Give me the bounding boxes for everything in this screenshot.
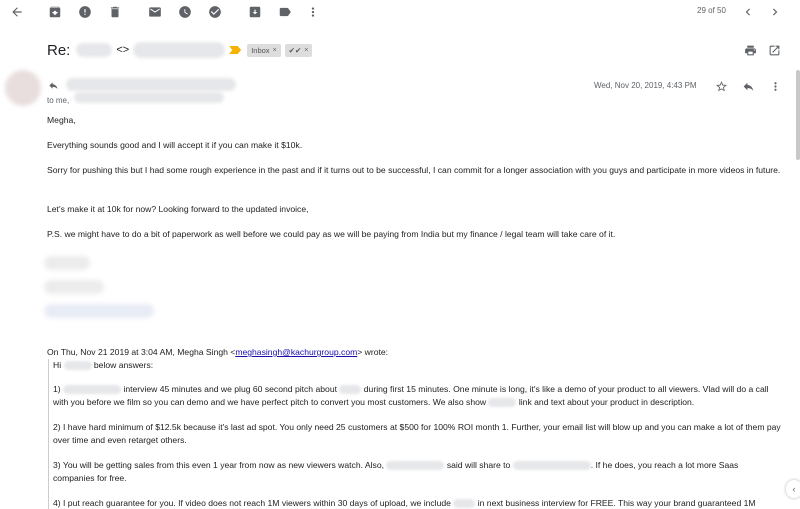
- quoted-text: 1): [53, 384, 61, 394]
- more-vert-icon[interactable]: [768, 79, 782, 93]
- redacted-subject-part: [76, 43, 113, 57]
- pager-count: 29 of 50: [697, 6, 726, 15]
- chevron-left-icon[interactable]: [740, 4, 756, 20]
- print-icon[interactable]: [744, 44, 758, 58]
- reply-icon[interactable]: [741, 79, 755, 93]
- redacted-signature-line: [44, 280, 104, 294]
- quoted-text: link and text about your product in desc…: [518, 397, 695, 407]
- recipient-line[interactable]: to me,: [47, 96, 69, 105]
- remove-label-icon[interactable]: ×: [304, 47, 308, 54]
- remove-label-icon[interactable]: ×: [273, 47, 277, 54]
- quoted-text: interview 45 minutes and we plug 60 seco…: [123, 384, 337, 394]
- body-paragraph: Everything sounds good and I will accept…: [47, 140, 303, 150]
- archive-icon[interactable]: [47, 4, 63, 20]
- redacted-text: [488, 398, 517, 408]
- quoted-text: 4) I put reach guarantee for you. If vid…: [53, 498, 451, 508]
- quoted-greeting: Hi below answers:: [53, 359, 781, 372]
- add-to-tasks-icon[interactable]: [207, 4, 223, 20]
- quote-attribution-text: On Thu, Nov 21 2019 at 3:04 AM, Megha Si…: [47, 347, 236, 357]
- redacted-text: [512, 461, 591, 471]
- quoted-text: in next business interview for FREE. Thi…: [477, 498, 756, 508]
- subject-prefix: Re:: [47, 41, 71, 59]
- redacted-signature-line: [44, 304, 154, 318]
- quoted-text: said will share to: [446, 460, 511, 470]
- quote-attribution-text: > wrote:: [357, 347, 389, 357]
- labels-icon[interactable]: [277, 4, 293, 20]
- delete-icon[interactable]: [107, 4, 123, 20]
- importance-marker-icon[interactable]: [229, 46, 242, 54]
- redacted-text: [453, 499, 476, 509]
- redacted-sender: [60, 74, 260, 104]
- body-paragraph: Let's make it at 10k for now? Looking fo…: [47, 204, 309, 214]
- redacted-signature-line: [44, 256, 90, 270]
- replied-indicator-icon: [48, 80, 60, 90]
- snooze-icon[interactable]: [177, 4, 193, 20]
- sender-avatar[interactable]: [5, 70, 41, 106]
- quoted-paragraph: 2) I have hard minimum of $12.5k because…: [53, 422, 781, 445]
- more-vert-icon[interactable]: [305, 4, 321, 20]
- label-chip-text: Inbox: [251, 45, 270, 55]
- chevron-right-icon[interactable]: [767, 4, 783, 20]
- body-paragraph: Megha,: [47, 115, 76, 125]
- recipient-text: to me,: [47, 96, 70, 105]
- quote-border: [48, 359, 49, 509]
- label-chip-inbox[interactable]: Inbox ×: [247, 43, 281, 57]
- quote-attribution: On Thu, Nov 21 2019 at 3:04 AM, Megha Si…: [47, 347, 388, 357]
- redacted-text: [386, 461, 445, 471]
- star-icon[interactable]: [714, 79, 728, 93]
- label-chip-custom[interactable]: ✔✔ ×: [284, 43, 313, 57]
- side-panel-toggle-icon[interactable]: ‹: [786, 480, 800, 498]
- quoted-text: Hi: [53, 360, 62, 370]
- report-spam-icon[interactable]: [77, 4, 93, 20]
- quoted-paragraph: 4) I put reach guarantee for you. If vid…: [53, 497, 781, 509]
- open-in-new-window-icon[interactable]: [768, 44, 782, 58]
- subject-line: Re: <> Inbox × ✔✔ ×: [47, 38, 316, 62]
- subject-middle: <>: [116, 44, 130, 56]
- move-to-icon[interactable]: [247, 4, 263, 20]
- redacted-text: [63, 385, 122, 395]
- redacted-subject-part: [133, 42, 226, 58]
- body-paragraph: Sorry for pushing this but I had some ro…: [47, 165, 781, 175]
- scrollbar-thumb[interactable]: [796, 70, 800, 160]
- quoted-paragraph: 1) interview 45 minutes and we plug 60 s…: [53, 383, 781, 409]
- body-paragraph: P.S. we might have to do a bit of paperw…: [47, 229, 616, 239]
- label-chip-text: ✔✔: [288, 45, 302, 55]
- redacted-text: [339, 385, 362, 395]
- message-date: Wed, Nov 20, 2019, 4:43 PM: [594, 81, 697, 90]
- quoted-text: below answers:: [93, 360, 154, 370]
- quoted-paragraph: 3) You will be getting sales from this e…: [53, 459, 781, 485]
- redacted-text: [63, 361, 92, 371]
- quoted-text: 3) You will be getting sales from this e…: [53, 460, 385, 470]
- toolbar: 29 of 50: [0, 0, 800, 24]
- sender-email-link[interactable]: meghasingh@kachurgroup.com: [235, 347, 357, 357]
- mark-unread-icon[interactable]: [147, 4, 163, 20]
- back-arrow-icon[interactable]: [9, 4, 25, 20]
